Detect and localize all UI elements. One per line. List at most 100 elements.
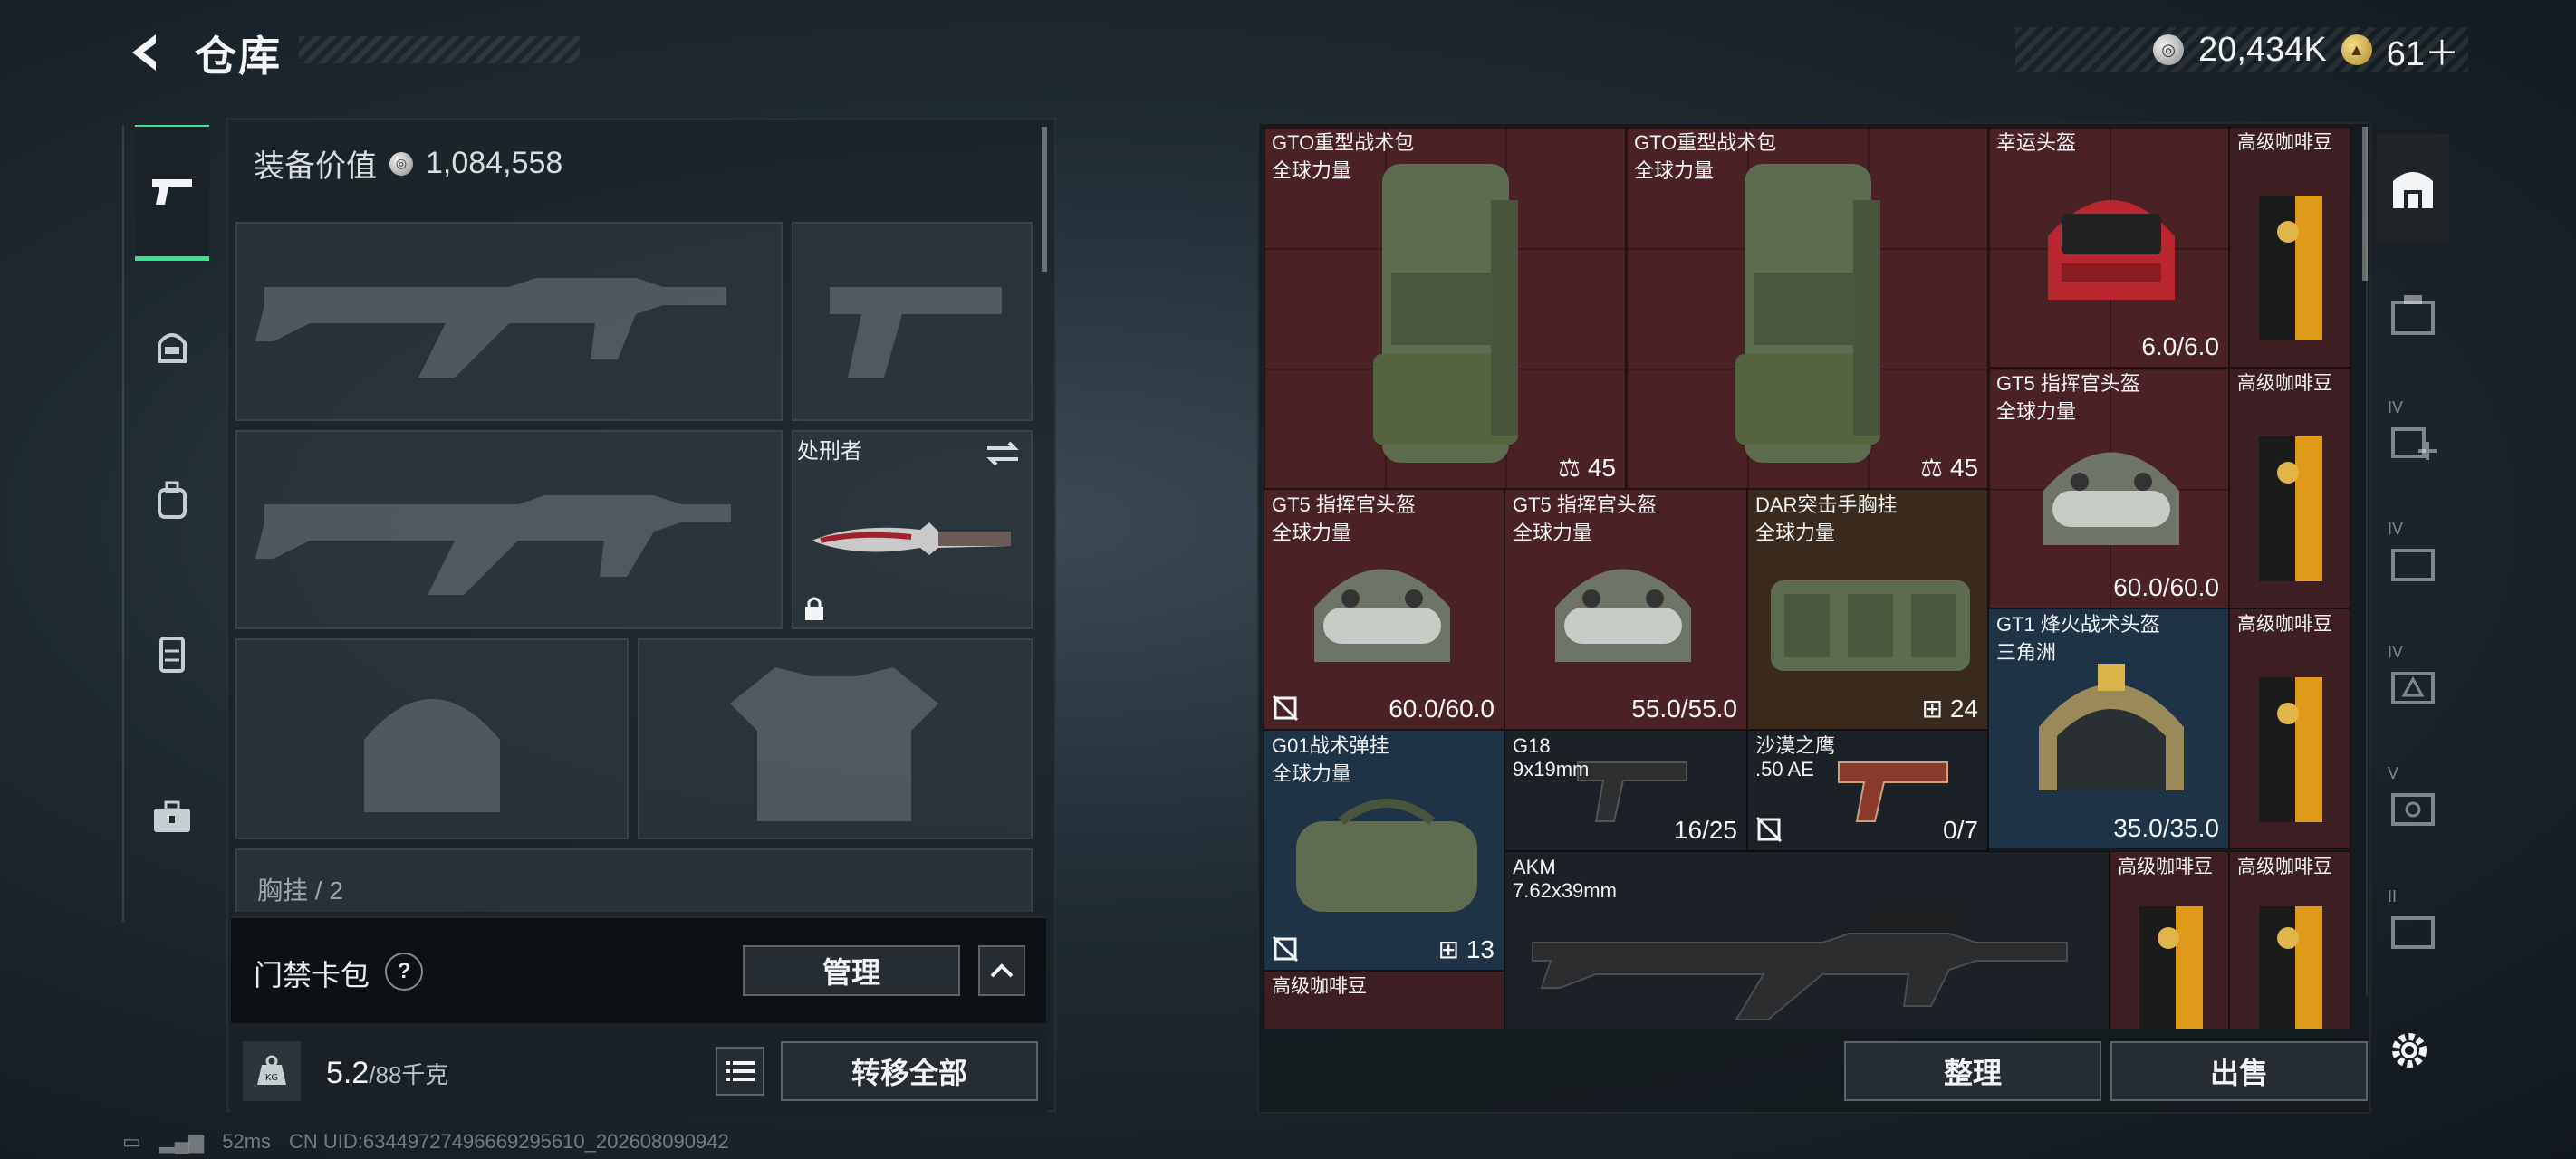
tab-stash-5[interactable]: IV xyxy=(2377,630,2449,739)
container-icon xyxy=(2391,295,2435,335)
armor-slot[interactable] xyxy=(638,638,1033,839)
knife-icon xyxy=(812,522,1011,555)
gold-amount[interactable]: 61＋ xyxy=(2387,25,2459,75)
weight-icon: KG xyxy=(243,1041,301,1101)
inventory-item[interactable]: GT5 指挥官头盔 全球力量 60.0/60.0 xyxy=(1264,489,1504,730)
helmet-icon xyxy=(2043,452,2179,545)
tab-stash-7[interactable]: II xyxy=(2377,875,2449,983)
tab-stash-3[interactable]: IV xyxy=(2377,386,2449,494)
tab-chest-rig[interactable] xyxy=(135,587,209,723)
capacity-icon: ⊞ xyxy=(1921,694,1950,723)
inventory-item[interactable]: 高级咖啡豆 xyxy=(2229,851,2350,1029)
inventory-item[interactable]: 高级咖啡豆 xyxy=(1264,971,1504,1029)
svg-text:KG: KG xyxy=(265,1073,278,1083)
backpack-icon xyxy=(1373,164,1518,463)
signal-icon: ▂▄▆ xyxy=(159,1130,205,1153)
currency-bar: ◎ 20,434K ▲ 61＋ xyxy=(2015,25,2468,75)
transfer-all-button[interactable]: 转移全部 xyxy=(781,1041,1038,1101)
page-title: 仓库 xyxy=(195,33,282,80)
tab-weapons[interactable] xyxy=(135,125,209,261)
status-bar: ▭ ▂▄▆ 52ms CN UID:6344972749666929561​0_… xyxy=(122,1130,729,1154)
tab-helmet[interactable] xyxy=(135,279,209,415)
chevron-up-icon xyxy=(990,963,1014,978)
list-icon xyxy=(726,1061,755,1081)
container-icon xyxy=(2391,549,2435,581)
list-view-button[interactable] xyxy=(716,1047,764,1096)
stash-icon xyxy=(2393,172,2433,208)
chest-rig-icon xyxy=(1771,580,1970,671)
tab-backpack[interactable] xyxy=(135,433,209,569)
silver-coin-icon: ◎ xyxy=(389,151,413,176)
inventory-item[interactable]: 高级咖啡豆 xyxy=(2110,851,2229,1029)
inventory-item[interactable]: 沙漠之鹰 .50 AE 0/7 xyxy=(1747,730,1988,851)
inventory-item[interactable]: GT1 烽火战术头盔 三角洲 35.0/35.0 xyxy=(1988,608,2229,849)
loadout-scrollbar[interactable] xyxy=(1042,127,1047,272)
tab-case[interactable] xyxy=(135,750,209,886)
triangle-container-icon xyxy=(2391,672,2435,704)
armor-silhouette-icon xyxy=(730,667,938,821)
sort-button[interactable]: 整理 xyxy=(1844,1041,2101,1101)
inventory-item[interactable]: DAR突击手胸挂 全球力量 ⊞ 24 xyxy=(1747,489,1988,730)
rifle-silhouette-icon xyxy=(255,495,731,595)
helmet-icon xyxy=(1314,569,1450,662)
ping-text: 52ms xyxy=(222,1130,272,1153)
no-insure-icon xyxy=(1272,694,1299,722)
equipment-value: 装备价值 ◎ 1,084,558 xyxy=(254,141,562,186)
vest-icon xyxy=(159,637,185,673)
silver-amount: 20,434K xyxy=(2198,30,2327,69)
left-tab-rail xyxy=(122,125,213,922)
back-button[interactable] xyxy=(118,27,172,78)
tab-stash-main[interactable] xyxy=(2377,134,2449,243)
collapse-button[interactable] xyxy=(978,945,1025,996)
chest-rig-slot[interactable] xyxy=(235,848,1033,912)
inventory-item[interactable]: 高级咖啡豆 xyxy=(2229,608,2350,849)
safe-icon xyxy=(2391,793,2435,826)
no-insure-icon xyxy=(1755,816,1783,843)
pistol-icon xyxy=(152,178,192,205)
helmet-slot[interactable] xyxy=(235,638,629,839)
inventory-item[interactable]: G01战术弹挂 全球力量 ⊞ 13 xyxy=(1264,730,1504,971)
equip-value-amount: 1,084,558 xyxy=(426,146,563,180)
coffee-bag-icon xyxy=(2259,677,2322,822)
tab-stash-2[interactable] xyxy=(2377,261,2449,369)
backpack-icon xyxy=(1735,164,1880,463)
inventory-item[interactable]: G18 9x19mm 16/25 xyxy=(1504,730,1747,851)
pistol-silhouette-icon xyxy=(830,287,1002,378)
duffel-bag-icon xyxy=(1296,799,1477,912)
primary-weapon-slot[interactable] xyxy=(235,222,783,421)
title-decoration xyxy=(299,36,580,63)
second-primary-slot[interactable] xyxy=(235,430,783,629)
equip-value-label: 装备价值 xyxy=(254,149,377,184)
inventory-item[interactable]: 高级咖啡豆 xyxy=(2229,368,2350,608)
inventory-item[interactable]: 高级咖啡豆 xyxy=(2229,127,2350,368)
helmet-icon xyxy=(2039,664,2184,790)
chest-rig-label: 胸挂 / 2 xyxy=(257,876,343,905)
inventory-item[interactable]: GTO重型战术包 全球力量 ⚖ 45 xyxy=(1264,127,1626,489)
coffee-bag-icon xyxy=(2259,436,2322,581)
sell-button[interactable]: 出售 xyxy=(2110,1041,2368,1101)
inventory-grid: GTO重型战术包 全球力量 ⚖ 45 GTO重型战术包 全球力量 ⚖ 45 幸运… xyxy=(1264,127,2350,1029)
briefcase-icon xyxy=(154,800,190,832)
settings-button[interactable] xyxy=(2380,1021,2438,1079)
right-tab-rail: IV IV IV V II xyxy=(2366,127,2449,996)
weight-icon: ⚖ xyxy=(1919,454,1950,482)
tab-stash-4[interactable]: IV xyxy=(2377,507,2449,616)
swap-icon[interactable] xyxy=(984,437,1022,470)
tab-stash-6[interactable]: V xyxy=(2377,752,2449,860)
silver-coin-icon: ◎ xyxy=(2153,34,2185,65)
coffee-bag-icon xyxy=(2139,906,2203,1029)
inventory-item[interactable]: AKM 7.62x39mm xyxy=(1504,851,2110,1029)
inventory-item[interactable]: GTO重型战术包 全球力量 ⚖ 45 xyxy=(1626,127,1988,489)
manage-button[interactable]: 管理 xyxy=(743,945,960,996)
container-icon xyxy=(2391,916,2435,949)
add-container-icon xyxy=(2391,427,2437,460)
inventory-item[interactable]: GT5 指挥官头盔 全球力量 60.0/60.0 xyxy=(1988,368,2229,608)
battery-icon: ▭ xyxy=(122,1130,141,1153)
inventory-item[interactable]: GT5 指挥官头盔 全球力量 55.0/55.0 xyxy=(1504,489,1747,730)
secondary-weapon-slot[interactable] xyxy=(792,222,1033,421)
helmet-icon xyxy=(158,333,187,363)
keycard-label: 门禁卡包 xyxy=(254,959,370,991)
inventory-item[interactable]: 幸运头盔 6.0/6.0 xyxy=(1988,127,2229,368)
helmet-silhouette-icon xyxy=(364,699,500,812)
weight-icon: ⚖ xyxy=(1557,454,1588,482)
